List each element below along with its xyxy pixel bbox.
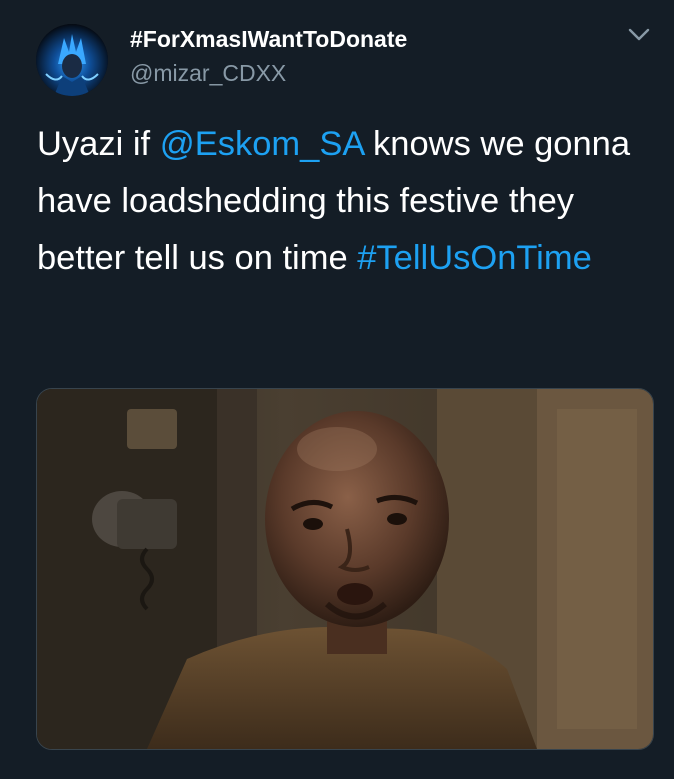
mention-link[interactable]: @Eskom_SA (160, 125, 364, 163)
tweet-text-part1: Uyazi if (37, 125, 160, 163)
tweet-card: #ForXmasIWantToDonate @mizar_CDXX Uyazi … (0, 0, 674, 779)
display-name[interactable]: #ForXmasIWantToDonate (130, 26, 407, 53)
tweet-text: Uyazi if @Eskom_SA knows we gonna have l… (37, 116, 649, 287)
chevron-down-icon[interactable] (622, 22, 656, 48)
user-handle[interactable]: @mizar_CDXX (130, 60, 286, 87)
avatar-image (36, 24, 108, 96)
hashtag-link[interactable]: #TellUsOnTime (357, 239, 592, 277)
reaction-photo (37, 389, 653, 749)
user-avatar[interactable] (36, 24, 108, 96)
tweet-media-image[interactable] (36, 388, 654, 750)
